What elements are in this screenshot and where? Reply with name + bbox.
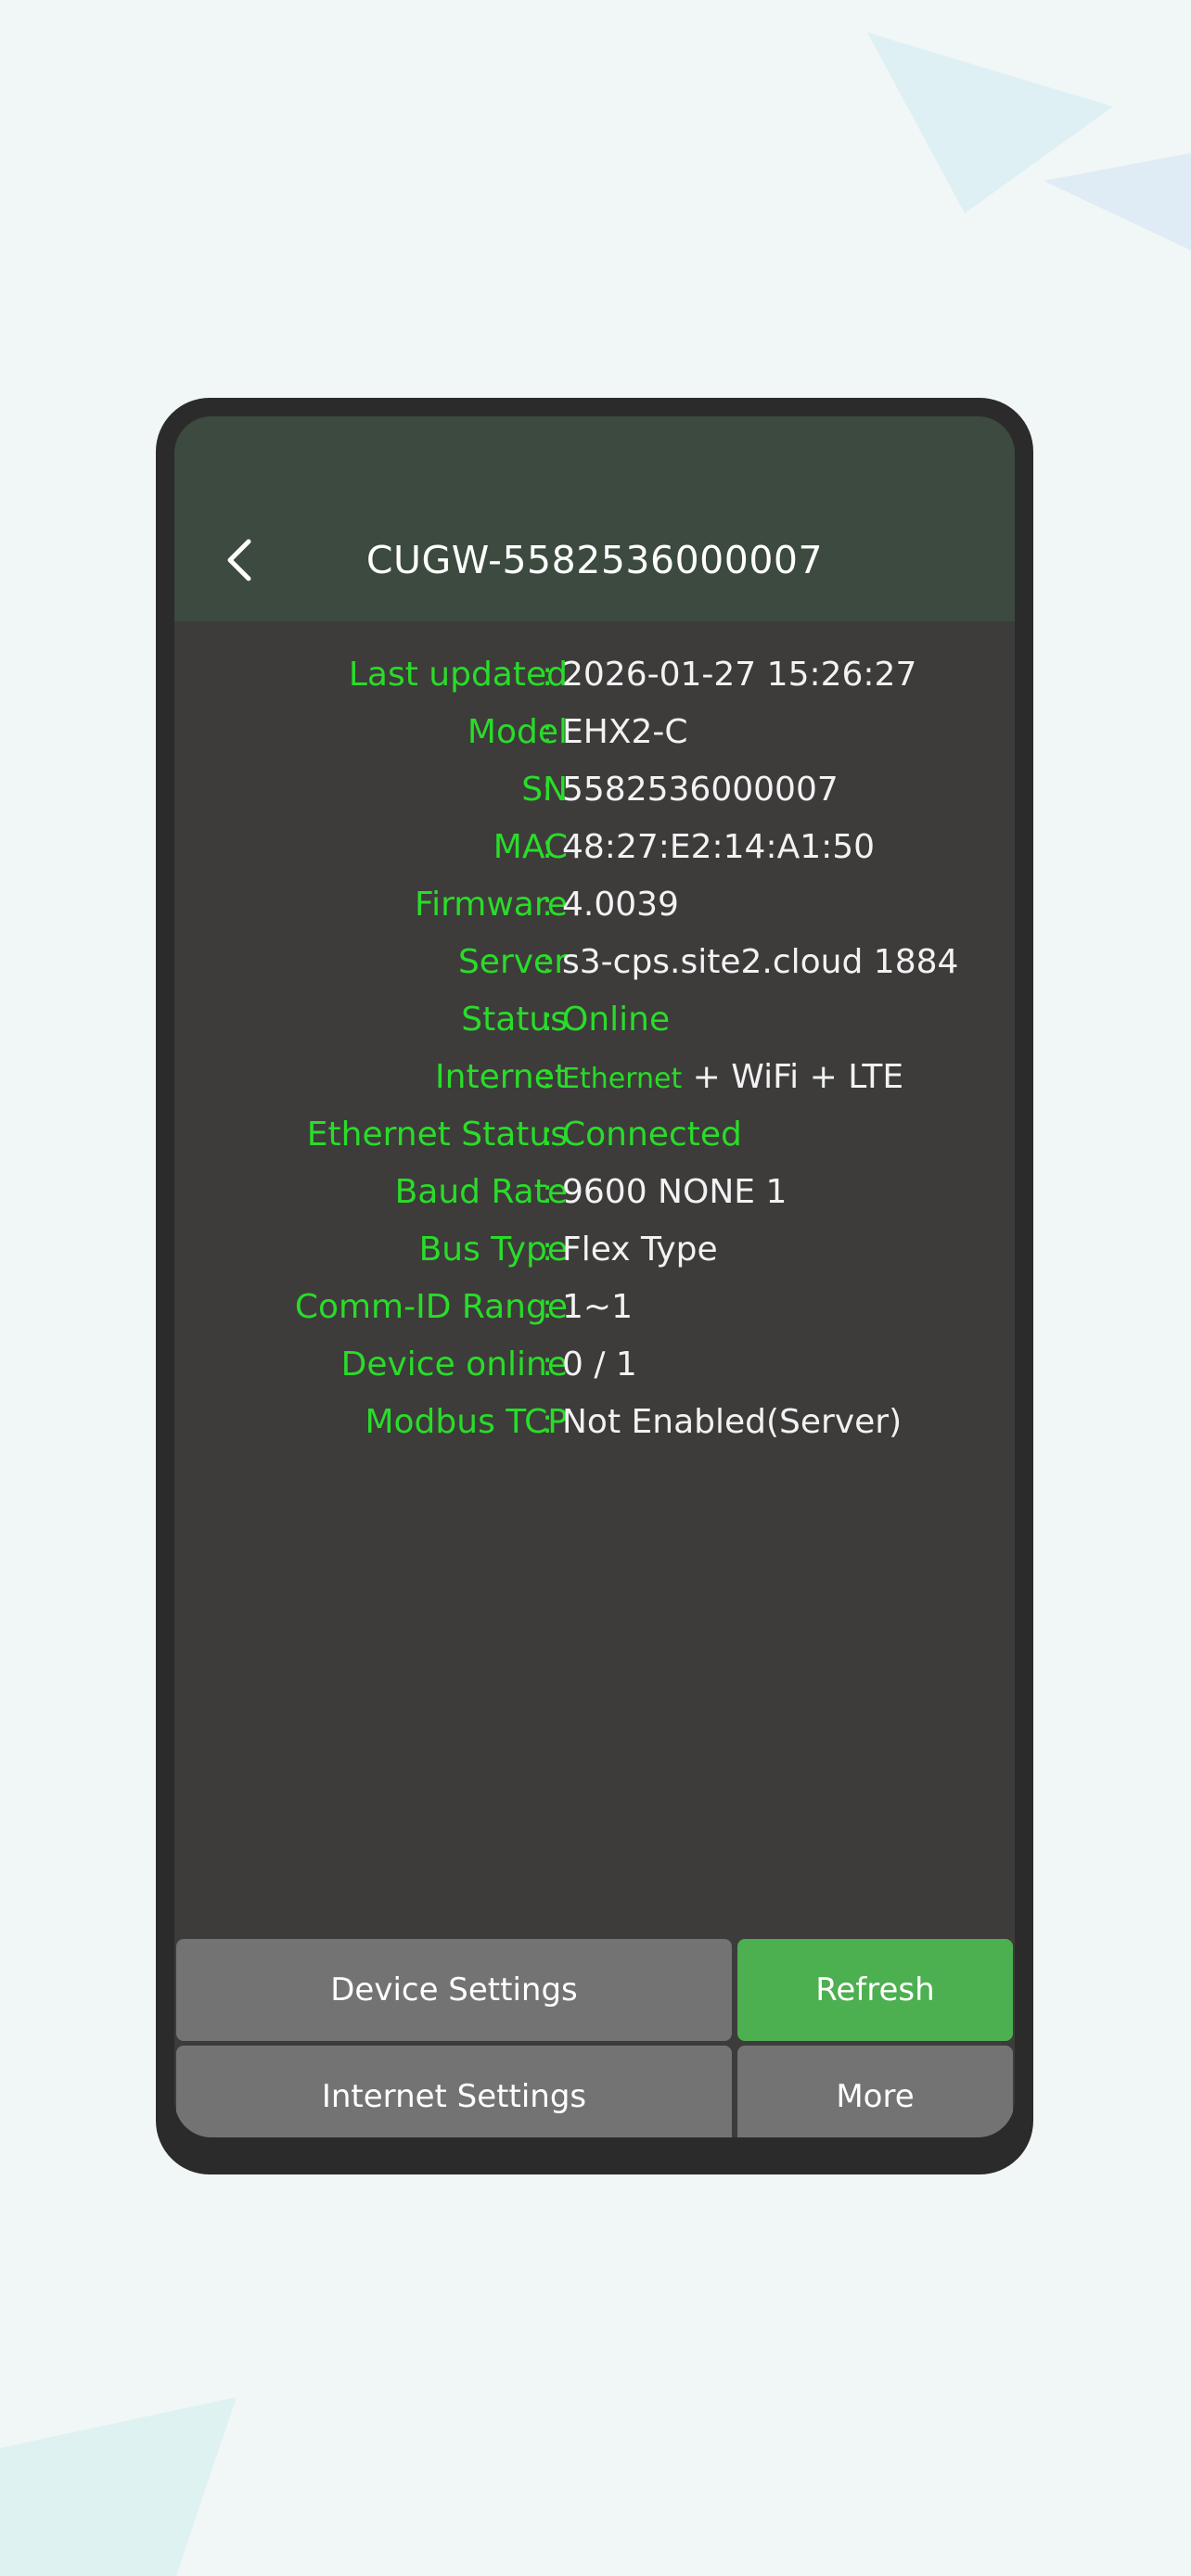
info-value: 0 / 1 bbox=[562, 1345, 637, 1384]
info-value: s3-cps.site2.cloud 1884 bbox=[562, 943, 959, 981]
info-value: 4.0039 bbox=[562, 886, 679, 924]
info-row-model: Model : EHX2-C bbox=[174, 704, 1015, 761]
info-colon: : bbox=[542, 1173, 554, 1211]
info-colon: : bbox=[542, 886, 554, 924]
page-title: CUGW-5582536000007 bbox=[365, 538, 824, 582]
phone-frame: CUGW-5582536000007 Last updated : 2026-0… bbox=[156, 398, 1033, 2174]
info-row-comm-id-range: Comm-ID Range : 1~1 bbox=[174, 1279, 1015, 1336]
internet-rest-text: + WiFi + LTE bbox=[682, 1058, 904, 1096]
info-value: Not Enabled(Server) bbox=[562, 1403, 903, 1441]
info-colon: : bbox=[542, 1116, 554, 1154]
info-row-bus-type: Bus Type : Flex Type bbox=[174, 1221, 1015, 1279]
refresh-button[interactable]: Refresh bbox=[737, 1939, 1013, 2041]
device-screen: CUGW-5582536000007 Last updated : 2026-0… bbox=[174, 416, 1015, 2137]
info-row-ethernet-status: Ethernet Status : Connected bbox=[174, 1106, 1015, 1164]
info-label: Modbus TCP bbox=[365, 1403, 568, 1441]
info-colon: : bbox=[542, 1058, 554, 1096]
info-colon: : bbox=[542, 1288, 554, 1326]
info-label: Last updated bbox=[348, 656, 568, 694]
info-row-baud-rate: Baud Rate : 9600 NONE 1 bbox=[174, 1164, 1015, 1221]
info-colon: : bbox=[542, 1001, 554, 1039]
internet-ethernet-text: Ethernet bbox=[562, 1063, 683, 1095]
info-label: Comm-ID Range bbox=[294, 1288, 568, 1326]
status-value: Online bbox=[562, 1001, 671, 1039]
info-value: 5582536000007 bbox=[562, 771, 839, 809]
info-colon: : bbox=[542, 713, 554, 751]
info-value: Flex Type bbox=[562, 1231, 718, 1269]
info-value: 2026-01-27 15:26:27 bbox=[562, 656, 917, 694]
info-row-internet: Internet : Ethernet + WiFi + LTE bbox=[174, 1049, 1015, 1106]
info-label: Ethernet Status bbox=[306, 1116, 568, 1154]
info-label: MAC bbox=[493, 828, 568, 866]
info-row-modbus-tcp: Modbus TCP : Not Enabled(Server) bbox=[174, 1394, 1015, 1451]
ethernet-status-value: Connected bbox=[562, 1116, 742, 1154]
device-info-list: Last updated : 2026-01-27 15:26:27 Model… bbox=[174, 646, 1015, 1451]
info-value: 48:27:E2:14:A1:50 bbox=[562, 828, 876, 866]
header-bar: CUGW-5582536000007 bbox=[174, 416, 1015, 621]
info-colon: : bbox=[542, 828, 554, 866]
device-settings-button[interactable]: Device Settings bbox=[176, 1939, 732, 2041]
more-button[interactable]: More bbox=[737, 2046, 1013, 2137]
info-row-status: Status : Online bbox=[174, 991, 1015, 1049]
info-colon: : bbox=[542, 1231, 554, 1269]
info-colon: : bbox=[542, 943, 554, 981]
info-colon: : bbox=[542, 656, 554, 694]
info-value: EHX2-C bbox=[562, 713, 688, 751]
info-row-mac: MAC : 48:27:E2:14:A1:50 bbox=[174, 819, 1015, 876]
info-label: Device online bbox=[340, 1345, 568, 1384]
info-row-sn: SN : 5582536000007 bbox=[174, 761, 1015, 819]
info-colon: : bbox=[542, 1345, 554, 1384]
info-row-firmware: Firmware : 4.0039 bbox=[174, 876, 1015, 934]
info-colon: : bbox=[542, 1403, 554, 1441]
info-row-last-updated: Last updated : 2026-01-27 15:26:27 bbox=[174, 646, 1015, 704]
info-row-server: Server : s3-cps.site2.cloud 1884 bbox=[174, 934, 1015, 991]
internet-value: Ethernet + WiFi + LTE bbox=[562, 1049, 903, 1108]
info-row-device-online: Device online : 0 / 1 bbox=[174, 1336, 1015, 1394]
info-value: 9600 NONE 1 bbox=[562, 1173, 788, 1211]
info-value: 1~1 bbox=[562, 1288, 633, 1326]
info-colon: : bbox=[542, 771, 554, 809]
internet-settings-button[interactable]: Internet Settings bbox=[176, 2046, 732, 2137]
